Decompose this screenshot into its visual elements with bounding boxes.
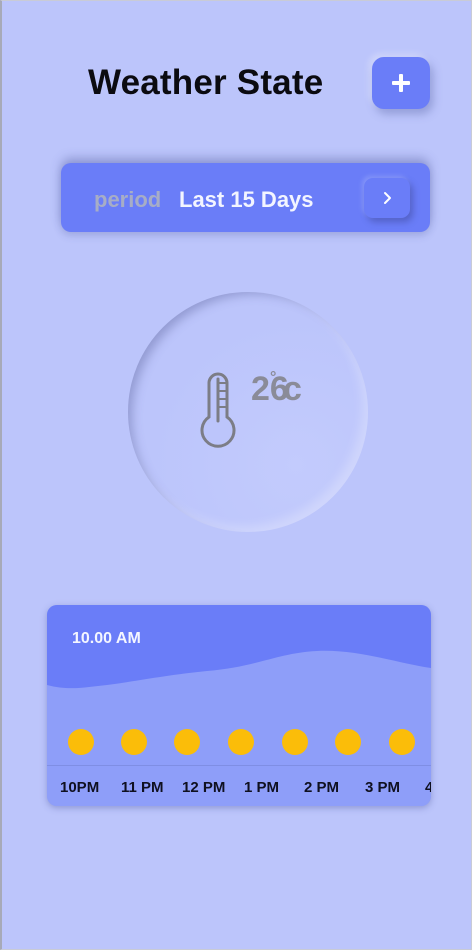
- sun-icon: [282, 729, 308, 755]
- chevron-right-icon: [384, 192, 391, 204]
- add-button[interactable]: [372, 57, 430, 109]
- period-next-button[interactable]: [364, 178, 410, 218]
- current-time: 10.00 AM: [72, 630, 141, 647]
- sun-icon: [68, 729, 94, 755]
- plus-icon: [392, 74, 410, 92]
- hour-label: 4: [425, 779, 431, 796]
- sun-icon: [121, 729, 147, 755]
- degree-symbol: °: [270, 369, 277, 386]
- hour-label: 3 PM: [365, 779, 401, 796]
- period-label: period: [94, 187, 162, 212]
- period-selector[interactable]: period Last 15 Days: [61, 163, 430, 232]
- hour-label: 10PM: [60, 779, 100, 796]
- hour-label: 2 PM: [304, 779, 340, 796]
- sun-icon: [335, 729, 361, 755]
- page-title: Weather State: [88, 63, 324, 102]
- thermometer-icon: [200, 372, 236, 448]
- hour-label: 11 PM: [121, 779, 164, 796]
- app-frame: Weather State period Last 15 Days 26 ° c: [0, 0, 472, 950]
- hour-label: 1 PM: [244, 779, 280, 796]
- forecast-divider: [47, 765, 431, 766]
- temperature-dial: [128, 292, 368, 532]
- sun-icon: [228, 729, 254, 755]
- hourly-forecast-card[interactable]: 10.00 AM 10PM 11 PM 12 PM 1 PM 2 PM 3 PM…: [47, 605, 431, 806]
- sun-icon: [389, 729, 415, 755]
- temperature-unit: c: [283, 370, 302, 408]
- period-value: Last 15 Days: [179, 187, 314, 212]
- sun-icon: [174, 729, 200, 755]
- hour-label: 12 PM: [182, 779, 226, 796]
